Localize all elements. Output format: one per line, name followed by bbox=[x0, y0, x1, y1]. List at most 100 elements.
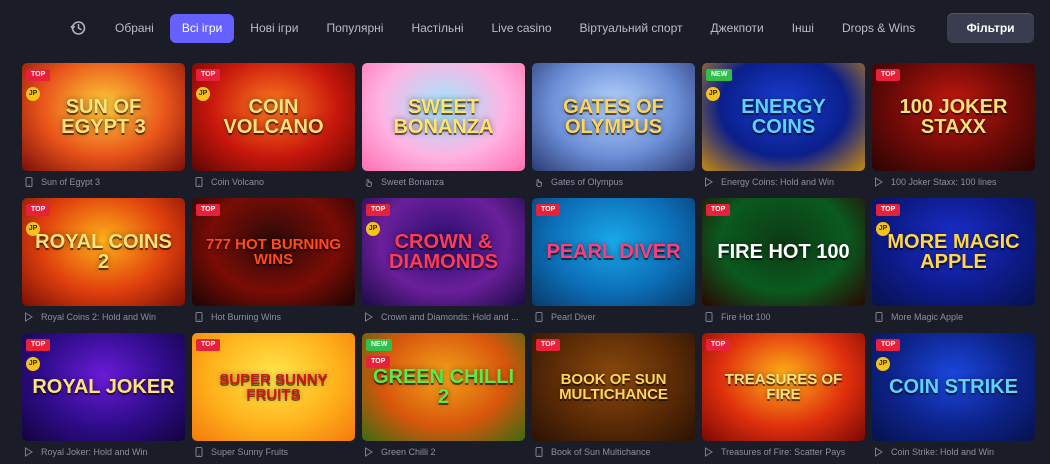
top-badge: TOP bbox=[876, 69, 901, 81]
game-name: Crown and Diamonds: Hold and ... bbox=[381, 312, 519, 322]
game-thumbnail[interactable]: FIRE HOT 100 TOP bbox=[702, 198, 865, 306]
game-art-title: BOOK OF SUN MULTICHANCE bbox=[559, 371, 668, 403]
tab-інші[interactable]: Інші bbox=[780, 14, 826, 43]
game-art-title: SWEET BONANZA bbox=[393, 96, 494, 138]
game-card[interactable]: ENERGY COINS NEW JP Energy Coins: Hold and … bbox=[702, 63, 865, 191]
game-art-title: MORE MAGIC APPLE bbox=[887, 231, 1020, 273]
tab-всі-ігри[interactable]: Всі ігри bbox=[169, 14, 235, 43]
game-art-title: CROWN & DIAMONDS bbox=[389, 231, 498, 273]
game-label[interactable]: Coin Volcano bbox=[192, 175, 355, 189]
game-thumbnail[interactable]: SWEET BONANZA bbox=[362, 63, 525, 171]
game-label[interactable]: Sun of Egypt 3 bbox=[22, 175, 185, 189]
game-label[interactable]: Green Chilli 2 bbox=[362, 445, 525, 459]
game-label[interactable]: Fire Hot 100 bbox=[702, 310, 865, 324]
game-thumbnail[interactable]: TREASURES OF FIRE TOP bbox=[702, 333, 865, 441]
tab-віртуальний-спорт[interactable]: Віртуальний спорт bbox=[568, 14, 695, 43]
game-label[interactable]: Royal Joker: Hold and Win bbox=[22, 445, 185, 459]
game-card[interactable]: ROYAL JOKER TOP JP Royal Joker: Hold and Wi… bbox=[22, 333, 185, 461]
game-thumbnail[interactable]: ROYAL JOKER TOP JP bbox=[22, 333, 185, 441]
game-thumbnail[interactable]: ROYAL COINS 2 TOP JP bbox=[22, 198, 185, 306]
game-thumbnail[interactable]: SUN OF EGYPT 3 TOP JP bbox=[22, 63, 185, 171]
new-badge: NEW bbox=[366, 339, 393, 351]
game-card[interactable]: GATES OF OLYMPUS Gates of Olympus bbox=[532, 63, 695, 191]
play-icon bbox=[874, 177, 883, 187]
game-card[interactable]: FIRE HOT 100 TOP Fire Hot 100 bbox=[702, 198, 865, 326]
game-card[interactable]: TREASURES OF FIRE TOP Treasures of Fire: S… bbox=[702, 333, 865, 461]
play-icon bbox=[364, 447, 373, 457]
game-label[interactable]: Pearl Diver bbox=[532, 310, 695, 324]
game-thumbnail[interactable]: COIN STRIKE TOP JP bbox=[872, 333, 1035, 441]
game-art-title: SUPER SUNNY FRUITS bbox=[219, 371, 328, 403]
game-label[interactable]: Energy Coins: Hold and Win bbox=[702, 175, 865, 189]
game-thumbnail[interactable]: GATES OF OLYMPUS bbox=[532, 63, 695, 171]
game-name: Book of Sun Multichance bbox=[551, 447, 651, 457]
jackpot-badge: JP bbox=[26, 222, 40, 236]
tab-live-casino[interactable]: Live casino bbox=[480, 14, 564, 43]
game-art-title: ROYAL JOKER bbox=[32, 376, 175, 398]
new-badge: NEW bbox=[706, 69, 733, 81]
tab-нові-ігри[interactable]: Нові ігри bbox=[238, 14, 310, 43]
game-label[interactable]: Sweet Bonanza bbox=[362, 175, 525, 189]
tab-drops-wins[interactable]: Drops & Wins bbox=[830, 14, 927, 43]
top-badge: TOP bbox=[366, 204, 391, 216]
game-thumbnail[interactable]: COIN VOLCANO TOP JP bbox=[192, 63, 355, 171]
tab-популярні[interactable]: Популярні bbox=[314, 14, 395, 43]
game-art-title: SUN OF EGYPT 3 bbox=[61, 96, 146, 138]
game-card[interactable]: BOOK OF SUN MULTICHANCE TOP Book of Sun Mu… bbox=[532, 333, 695, 461]
jackpot-badge: JP bbox=[706, 87, 720, 101]
game-thumbnail[interactable]: 777 HOT BURNING WINS TOP bbox=[192, 198, 355, 306]
game-art-title: 777 HOT BURNING WINS bbox=[205, 236, 342, 268]
game-card[interactable]: SWEET BONANZA Sweet Bonanza bbox=[362, 63, 525, 191]
filters-button[interactable]: Фільтри bbox=[947, 13, 1034, 43]
game-art-title: GREEN CHILLI 2 bbox=[372, 366, 515, 408]
jackpot-badge: JP bbox=[366, 222, 380, 236]
game-art-title: COIN VOLCANO bbox=[223, 96, 324, 138]
top-badge: TOP bbox=[26, 204, 51, 216]
top-badge: TOP bbox=[536, 339, 561, 351]
history-icon[interactable] bbox=[68, 18, 88, 38]
game-card[interactable]: PEARL DIVER TOP Pearl Diver bbox=[532, 198, 695, 326]
game-thumbnail[interactable]: MORE MAGIC APPLE TOP JP bbox=[872, 198, 1035, 306]
game-label[interactable]: Treasures of Fire: Scatter Pays bbox=[702, 445, 865, 459]
game-card[interactable]: CROWN & DIAMONDS TOP JP Crown and Diamonds:… bbox=[362, 198, 525, 326]
game-thumbnail[interactable]: PEARL DIVER TOP bbox=[532, 198, 695, 306]
game-card[interactable]: COIN STRIKE TOP JP Coin Strike: Hold and Wi… bbox=[872, 333, 1035, 461]
game-card[interactable]: SUPER SUNNY FRUITS TOP Super Sunny Fruits bbox=[192, 333, 355, 461]
game-art-title: GATES OF OLYMPUS bbox=[563, 96, 664, 138]
tab-обрані[interactable]: Обрані bbox=[103, 14, 166, 43]
game-label[interactable]: Super Sunny Fruits bbox=[192, 445, 355, 459]
game-thumbnail[interactable]: BOOK OF SUN MULTICHANCE TOP bbox=[532, 333, 695, 441]
top-badge: TOP bbox=[536, 204, 561, 216]
game-thumbnail[interactable]: GREEN CHILLI 2 NEW TOP bbox=[362, 333, 525, 441]
hand-icon bbox=[534, 178, 543, 187]
game-card[interactable]: 100 JOKER STAXX TOP 100 Joker Staxx: 100 l… bbox=[872, 63, 1035, 191]
game-card[interactable]: MORE MAGIC APPLE TOP JP More Magic Apple bbox=[872, 198, 1035, 326]
game-label[interactable]: Royal Coins 2: Hold and Win bbox=[22, 310, 185, 324]
phone-icon bbox=[534, 312, 543, 322]
game-card[interactable]: GREEN CHILLI 2 NEW TOP Green Chilli 2 bbox=[362, 333, 525, 461]
game-thumbnail[interactable]: SUPER SUNNY FRUITS TOP bbox=[192, 333, 355, 441]
game-card[interactable]: ROYAL COINS 2 TOP JP Royal Coins 2: Hold an… bbox=[22, 198, 185, 326]
play-icon bbox=[704, 177, 713, 187]
tab-джекпоти[interactable]: Джекпоти bbox=[699, 14, 776, 43]
game-label[interactable]: Coin Strike: Hold and Win bbox=[872, 445, 1035, 459]
game-name: Coin Volcano bbox=[211, 177, 265, 187]
game-thumbnail[interactable]: CROWN & DIAMONDS TOP JP bbox=[362, 198, 525, 306]
category-bar: Обрані Всі ігри Нові ігри Популярні Настільн… bbox=[0, 0, 1050, 56]
game-label[interactable]: More Magic Apple bbox=[872, 310, 1035, 324]
game-label[interactable]: 100 Joker Staxx: 100 lines bbox=[872, 175, 1035, 189]
jackpot-badge: JP bbox=[26, 87, 40, 101]
game-thumbnail[interactable]: 100 JOKER STAXX TOP bbox=[872, 63, 1035, 171]
play-icon bbox=[364, 312, 373, 322]
top-badge: TOP bbox=[26, 339, 51, 351]
game-label[interactable]: Crown and Diamonds: Hold and ... bbox=[362, 310, 525, 324]
game-thumbnail[interactable]: ENERGY COINS NEW JP bbox=[702, 63, 865, 171]
game-label[interactable]: Hot Burning Wins bbox=[192, 310, 355, 324]
tab-настільні[interactable]: Настільні bbox=[399, 14, 475, 43]
game-card[interactable]: 777 HOT BURNING WINS TOP Hot Burning Wins bbox=[192, 198, 355, 326]
game-label[interactable]: Book of Sun Multichance bbox=[532, 445, 695, 459]
game-label[interactable]: Gates of Olympus bbox=[532, 175, 695, 189]
game-card[interactable]: COIN VOLCANO TOP JP Coin Volcano bbox=[192, 63, 355, 191]
game-card[interactable]: SUN OF EGYPT 3 TOP JP Sun of Egypt 3 bbox=[22, 63, 185, 191]
game-name: Sun of Egypt 3 bbox=[41, 177, 101, 187]
